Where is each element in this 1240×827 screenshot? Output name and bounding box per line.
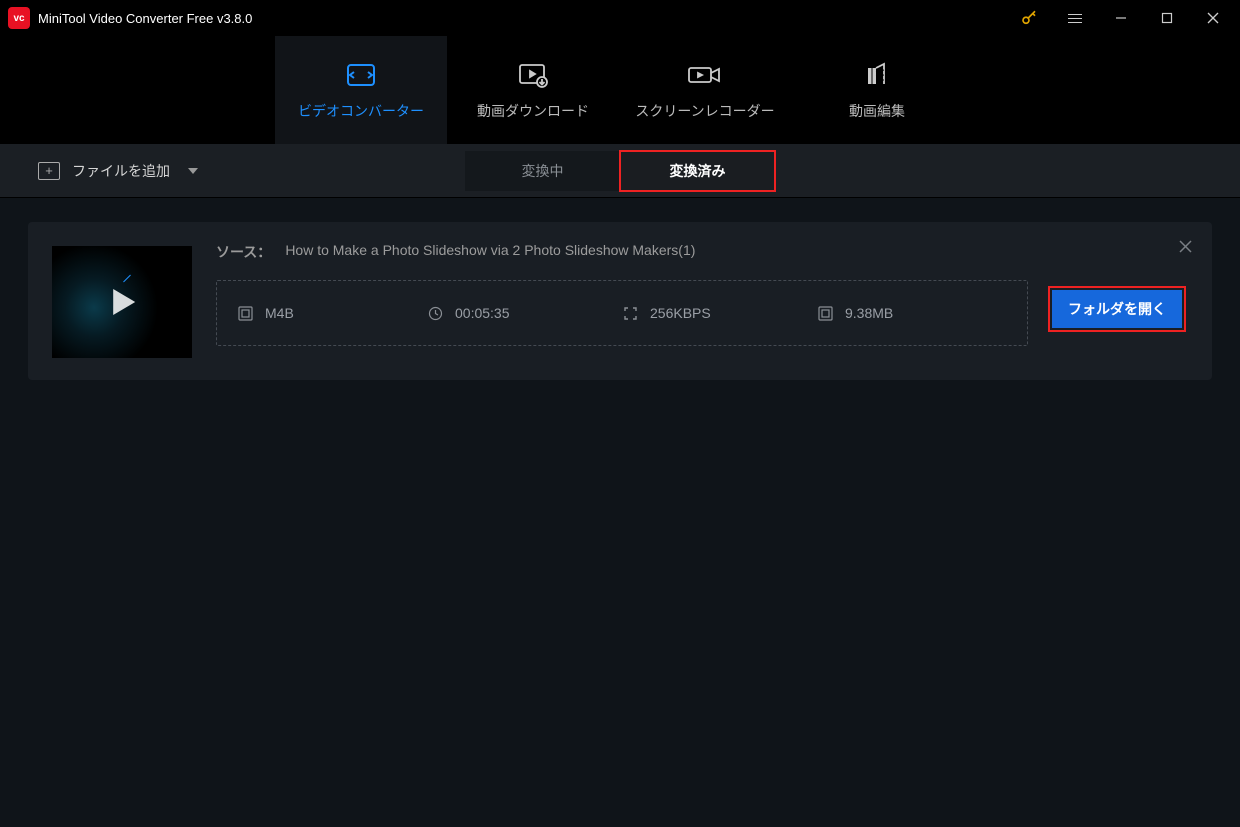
format-icon	[237, 305, 253, 321]
recorder-icon	[686, 59, 724, 91]
titlebar: vc MiniTool Video Converter Free v3.8.0	[0, 0, 1240, 36]
format-value: M4B	[265, 305, 294, 321]
nav-tab-label: 動画編集	[849, 101, 905, 121]
source-name: How to Make a Photo Slideshow via 2 Phot…	[285, 242, 695, 262]
tab-label: 変換済み	[670, 161, 726, 181]
key-icon[interactable]	[1006, 0, 1052, 36]
edit-icon	[862, 59, 892, 91]
sub-toolbar: ファイルを追加 変換中 変換済み	[0, 144, 1240, 198]
tab-label: 変換中	[522, 161, 564, 181]
maximize-button[interactable]	[1144, 0, 1190, 36]
converted-item-card: ソース： How to Make a Photo Slideshow via 2…	[28, 222, 1212, 380]
video-thumbnail[interactable]	[52, 246, 192, 358]
hamburger-menu-icon[interactable]	[1052, 0, 1098, 36]
nav-tab-label: ビデオコンバーター	[298, 101, 424, 121]
tab-completed[interactable]: 変換済み	[620, 151, 775, 191]
app-logo-icon: vc	[8, 7, 30, 29]
chevron-down-icon	[188, 168, 198, 174]
nav-tab-video-download[interactable]: 動画ダウンロード	[447, 36, 619, 144]
tab-converting[interactable]: 変換中	[465, 151, 620, 191]
duration-value: 00:05:35	[455, 305, 510, 321]
close-icon	[1179, 240, 1192, 253]
size-icon	[817, 305, 833, 321]
play-icon	[113, 289, 135, 315]
nav-tab-video-converter[interactable]: ビデオコンバーター	[275, 36, 447, 144]
details-box: M4B 00:05:35 256KBPS	[216, 280, 1028, 346]
expand-icon	[622, 305, 638, 321]
status-tabs: 変換中 変換済み	[465, 151, 775, 191]
app-title: MiniTool Video Converter Free v3.8.0	[38, 11, 252, 26]
close-window-button[interactable]	[1190, 0, 1236, 36]
content-area: ソース： How to Make a Photo Slideshow via 2…	[0, 198, 1240, 404]
source-label: ソース：	[216, 242, 271, 262]
add-file-icon	[38, 162, 60, 180]
add-file-label: ファイルを追加	[72, 161, 170, 181]
nav-tab-label: 動画ダウンロード	[477, 101, 589, 121]
nav-tab-label: スクリーンレコーダー	[635, 101, 774, 121]
download-icon	[516, 59, 550, 91]
add-file-button[interactable]: ファイルを追加	[38, 161, 198, 181]
close-card-button[interactable]	[1179, 240, 1192, 253]
clock-icon	[427, 305, 443, 321]
main-nav: ビデオコンバーター 動画ダウンロード スクリーンレコーダー 動画編集	[0, 36, 1240, 144]
open-folder-button[interactable]: フォルダを開く	[1052, 290, 1182, 328]
open-folder-label: フォルダを開く	[1068, 301, 1166, 317]
minimize-button[interactable]	[1098, 0, 1144, 36]
nav-tab-video-edit[interactable]: 動画編集	[791, 36, 963, 144]
nav-tab-screen-recorder[interactable]: スクリーンレコーダー	[619, 36, 791, 144]
size-value: 9.38MB	[845, 305, 893, 321]
convert-icon	[344, 59, 378, 91]
bitrate-value: 256KBPS	[650, 305, 711, 321]
